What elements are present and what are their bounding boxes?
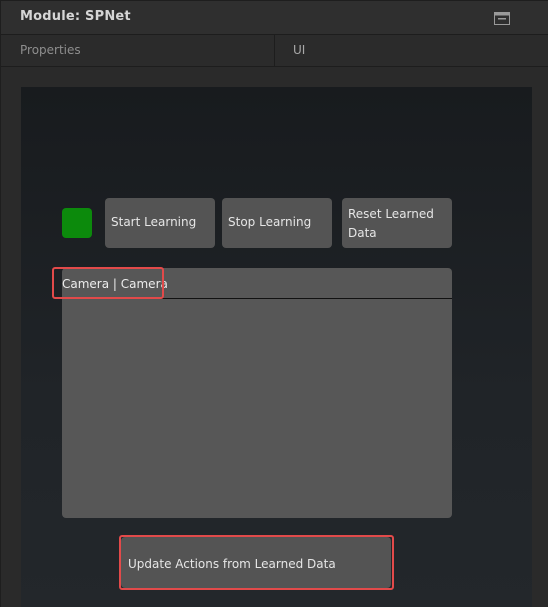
- stop-learning-button[interactable]: Stop Learning: [222, 198, 332, 248]
- start-learning-button[interactable]: Start Learning: [105, 198, 215, 248]
- window-title: Module: SPNet: [20, 9, 131, 24]
- camera-label-highlight: [52, 267, 164, 299]
- camera-view[interactable]: [62, 268, 452, 518]
- reset-learned-data-button[interactable]: Reset Learned Data: [342, 198, 452, 248]
- tab-ui[interactable]: UI: [275, 35, 548, 66]
- title-bar: Module: SPNet: [1, 1, 548, 35]
- update-button-highlight: [119, 535, 394, 590]
- status-indicator: [62, 208, 92, 238]
- tab-bar: Properties UI: [1, 35, 548, 67]
- window-restore-icon[interactable]: [494, 12, 510, 25]
- module-window: Module: SPNet Properties UI Start Learni…: [0, 0, 548, 607]
- tab-properties[interactable]: Properties: [1, 35, 275, 66]
